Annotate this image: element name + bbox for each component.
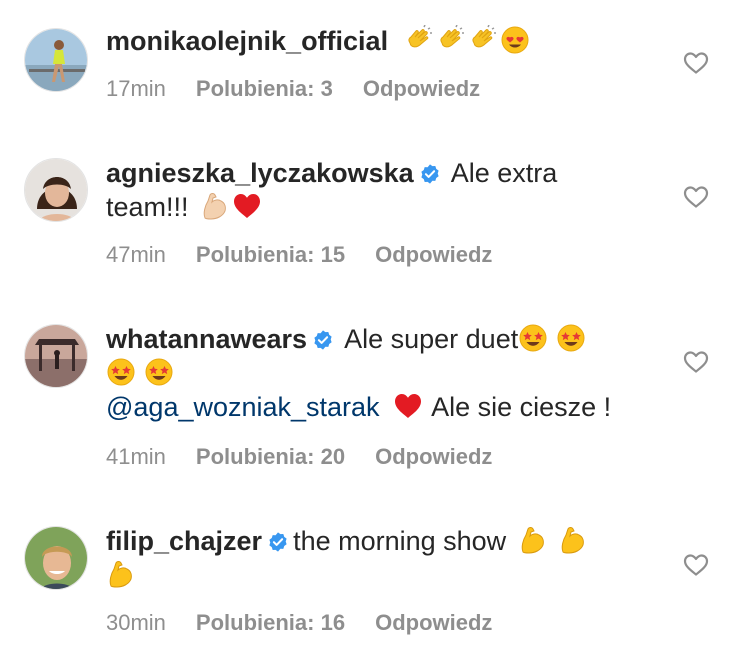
comment-text-line2: team!!! (106, 192, 189, 222)
comment-username[interactable]: monikaolejnik_official (106, 26, 388, 56)
comment-username[interactable]: agnieszka_lyczakowska (106, 158, 414, 188)
flexed-biceps-emoji (518, 525, 548, 555)
comment-body: whatannawears Ale super duet @aga_woznia… (106, 322, 666, 424)
comment-likes[interactable]: Polubienia: 20 (196, 444, 345, 469)
comment-time: 30min (106, 610, 166, 635)
flexed-biceps-emoji (558, 525, 588, 555)
clapping-hands-emoji (468, 25, 498, 55)
star-struck-emoji (144, 357, 174, 387)
heart-outline-icon[interactable] (683, 350, 709, 374)
comment-meta: 47min Polubienia: 15 Odpowiedz (106, 242, 522, 268)
flexed-biceps-emoji (106, 559, 136, 589)
heart-outline-icon[interactable] (683, 185, 709, 209)
comment-meta: 30min Polubienia: 16 Odpowiedz (106, 610, 522, 636)
comment-time: 47min (106, 242, 166, 267)
heart-eyes-emoji (500, 25, 530, 55)
comment-4: filip_chajzer the morning show 30min Polub… (0, 500, 750, 672)
reply-button[interactable]: Odpowiedz (363, 76, 480, 101)
comment-body: monikaolejnik_official (106, 24, 666, 58)
avatar[interactable] (24, 324, 88, 388)
star-struck-emoji (556, 323, 586, 353)
red-heart-emoji (393, 391, 423, 421)
comment-likes[interactable]: Polubienia: 3 (196, 76, 333, 101)
comment-time: 41min (106, 444, 166, 469)
avatar[interactable] (24, 28, 88, 92)
clapping-hands-emoji (404, 25, 434, 55)
avatar[interactable] (24, 158, 88, 222)
reply-button[interactable]: Odpowiedz (375, 610, 492, 635)
comment-text-line3: Ale sie ciesze ! (431, 392, 612, 422)
verified-badge-icon (267, 531, 289, 553)
star-struck-emoji (106, 357, 136, 387)
heart-outline-icon[interactable] (683, 51, 709, 75)
comment-body: agnieszka_lyczakowska Ale extra team!!! (106, 156, 666, 224)
verified-badge-icon (312, 329, 334, 351)
avatar[interactable] (24, 526, 88, 590)
comment-1: monikaolejnik_official 17min Polubienia: … (0, 0, 750, 130)
comment-meta: 41min Polubienia: 20 Odpowiedz (106, 444, 522, 470)
comment-time: 17min (106, 76, 166, 101)
mention-link[interactable]: @aga_wozniak_starak (106, 392, 380, 422)
reply-button[interactable]: Odpowiedz (375, 444, 492, 469)
red-heart-emoji (232, 191, 262, 221)
verified-badge-icon (419, 163, 441, 185)
heart-outline-icon[interactable] (683, 553, 709, 577)
comment-meta: 17min Polubienia: 3 Odpowiedz (106, 76, 510, 102)
comment-text: Ale super duet (344, 324, 519, 354)
flexed-biceps-light-emoji (200, 191, 230, 221)
comment-likes[interactable]: Polubienia: 15 (196, 242, 345, 267)
comment-username[interactable]: whatannawears (106, 324, 307, 354)
clapping-hands-emoji (436, 25, 466, 55)
comment-username[interactable]: filip_chajzer (106, 526, 262, 556)
comment-3: whatannawears Ale super duet @aga_woznia… (0, 300, 750, 500)
star-struck-emoji (518, 323, 548, 353)
comment-text: the morning show (293, 526, 507, 556)
comment-likes[interactable]: Polubienia: 16 (196, 610, 345, 635)
comment-body: filip_chajzer the morning show (106, 524, 666, 592)
reply-button[interactable]: Odpowiedz (375, 242, 492, 267)
comment-2: agnieszka_lyczakowska Ale extra team!!! … (0, 130, 750, 300)
comment-text: Ale extra (450, 158, 558, 188)
